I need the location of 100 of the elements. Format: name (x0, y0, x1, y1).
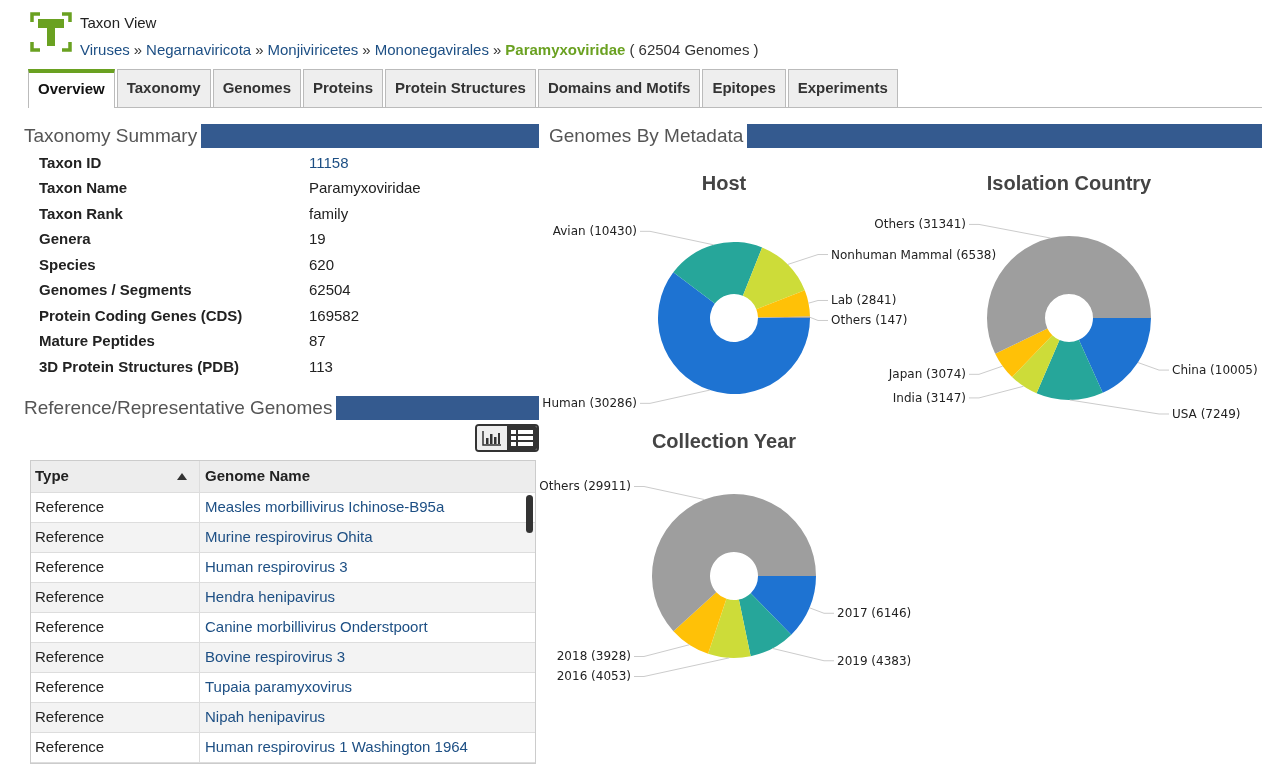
table-cell-text: Reference (34, 617, 106, 638)
breadcrumb-link[interactable]: Monjiviricetes (267, 38, 359, 61)
slice-label: Others (147) (831, 312, 908, 327)
leader-line (968, 365, 1004, 375)
tab[interactable]: Genomes (212, 69, 301, 107)
bar-chart-icon[interactable] (481, 429, 503, 447)
table-cell-text: Reference (34, 737, 106, 758)
breadcrumb-separator: » (255, 39, 264, 60)
slice-label: Avian (10430) (552, 223, 637, 238)
donut-slice[interactable] (742, 246, 805, 309)
field-label: Genomes / Segments (39, 280, 193, 300)
chart-title: Collection Year (650, 428, 798, 454)
chart-title: Host (700, 170, 748, 196)
leader-line (787, 253, 829, 265)
list-icon[interactable] (510, 429, 534, 447)
table-cell-text: Reference (34, 527, 106, 548)
field-label: 3D Protein Structures (PDB) (39, 356, 241, 377)
slice-label: Others (29911) (539, 479, 631, 493)
genome-link[interactable]: Hendra henipavirus (205, 586, 336, 609)
table-cell-text: Reference (34, 677, 106, 698)
field-value: 19 (309, 229, 327, 249)
tab[interactable]: Domains and Motifs (537, 69, 701, 107)
leader-line (1137, 361, 1170, 371)
genome-link[interactable]: Tupaia paramyxovirus (205, 676, 352, 699)
breadcrumb-link[interactable]: Negarnaviricota (146, 38, 252, 61)
genome-link[interactable]: Canine morbillivirus Onderstpoort (205, 616, 428, 639)
donut-slice[interactable] (652, 493, 816, 631)
leader-line (772, 647, 835, 661)
tab[interactable]: Protein Structures (385, 69, 536, 107)
leader-line (809, 316, 829, 321)
table-cell-text: Reference (34, 557, 106, 578)
sort-icon[interactable] (177, 473, 187, 480)
donut-slice[interactable] (1036, 339, 1103, 400)
slice-label: Human (30286) (542, 395, 637, 410)
breadcrumb-separator: » (362, 39, 371, 60)
genome-link[interactable]: Measles morbillivirus Ichinose-B95a (205, 496, 445, 519)
section-title: Taxonomy Summary (24, 123, 199, 148)
slice-label: 2019 (4383) (837, 653, 912, 668)
field-label: Taxon Name (39, 178, 129, 198)
field-value: 62504 (309, 280, 352, 300)
field-label: Species (39, 254, 97, 275)
slice-label: Nonhuman Mammal (6538) (831, 247, 997, 262)
field-value: family (309, 203, 350, 224)
field-value: Paramyxoviridae (309, 178, 422, 198)
donut-slice[interactable] (738, 592, 792, 656)
genome-link[interactable]: Nipah henipavirus (205, 706, 326, 729)
field-value: 620 (309, 254, 336, 275)
field-label: Mature Peptides (39, 331, 156, 351)
slice-label: 2018 (3928) (556, 649, 631, 663)
section-title: Reference/Representative Genomes (24, 396, 334, 420)
tab[interactable]: Epitopes (702, 69, 786, 107)
field-value: 87 (309, 331, 327, 351)
donut-slice[interactable] (708, 598, 751, 658)
taxon-id-link[interactable]: 11158 (309, 153, 349, 171)
field-label: Taxon ID (39, 152, 103, 173)
page-title: Taxon View (80, 13, 158, 33)
breadcrumb-link[interactable]: Viruses (80, 38, 130, 61)
breadcrumb-link[interactable]: Mononegavirales (374, 38, 489, 61)
scrollbar-thumb[interactable] (526, 495, 533, 533)
column-header[interactable]: Genome Name (205, 465, 311, 488)
leader-line (633, 485, 705, 500)
breadcrumb-current: Paramyxoviridae (505, 39, 626, 60)
tab[interactable]: Overview (28, 69, 115, 108)
donut-slice[interactable] (673, 591, 727, 654)
field-label: Protein Coding Genes (CDS) (39, 305, 244, 326)
field-label: Genera (39, 229, 92, 249)
column-header[interactable]: Type (35, 465, 69, 488)
tab[interactable]: Proteins (303, 69, 383, 107)
field-value: 169582 (309, 305, 361, 326)
genome-link[interactable]: Human respirovirus 3 (205, 556, 348, 579)
slice-label: USA (7249) (1172, 406, 1241, 421)
table-cell-text: Reference (34, 707, 106, 728)
tab[interactable]: Experiments (787, 69, 898, 107)
donut-slice[interactable] (995, 327, 1053, 377)
section-title: Genomes By Metadata (549, 123, 745, 148)
table-cell-text: Reference (34, 587, 106, 608)
slice-label: Japan (3074) (888, 366, 966, 381)
slice-label: 2017 (6146) (837, 605, 912, 620)
breadcrumb-separator: » (492, 39, 502, 60)
breadcrumb-separator: » (133, 39, 143, 60)
donut-slice[interactable] (750, 575, 816, 635)
leader-line (639, 389, 711, 404)
field-value: 113 (309, 356, 334, 377)
slice-label: India (3147) (892, 390, 966, 405)
table-cell-text: Reference (34, 497, 106, 518)
donut-slice[interactable] (1012, 334, 1060, 393)
leader-line (809, 606, 835, 614)
slice-label: China (10005) (1172, 362, 1258, 377)
genome-link[interactable]: Murine respirovirus Ohita (205, 526, 373, 549)
leader-line (968, 385, 1025, 398)
donut-slice[interactable] (673, 241, 763, 304)
leader-line (808, 299, 829, 304)
field-label: Taxon Rank (39, 203, 124, 224)
slice-label: 2016 (4053) (556, 669, 631, 683)
genome-link[interactable]: Human respirovirus 1 Washington 1964 (205, 736, 468, 759)
donut-slice[interactable] (1078, 317, 1151, 393)
genome-link[interactable]: Bovine respirovirus 3 (205, 646, 346, 669)
chart-title: Isolation Country (985, 170, 1153, 196)
tab[interactable]: Taxonomy (116, 69, 211, 107)
table-cell-text: Reference (34, 647, 106, 668)
